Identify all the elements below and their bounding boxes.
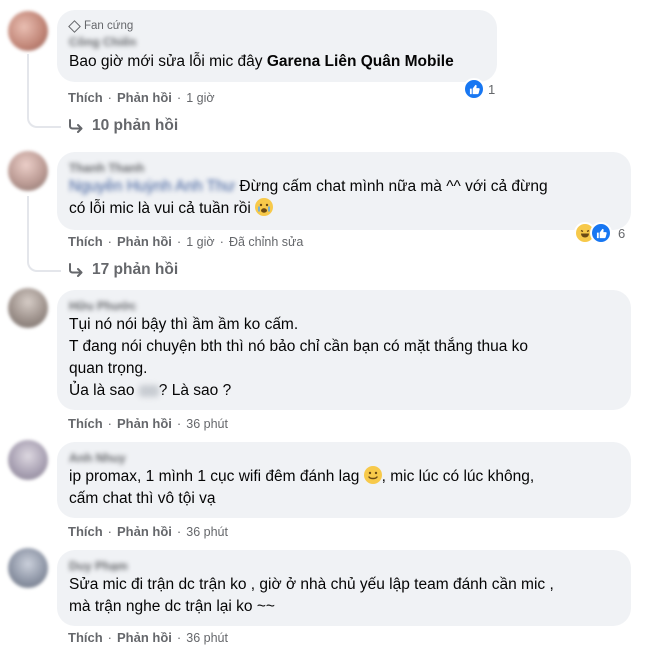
comment-actions: Thích · Phản hồi · 36 phút bbox=[68, 416, 228, 431]
timestamp[interactable]: 1 giờ bbox=[186, 235, 214, 249]
separator: · bbox=[176, 524, 182, 539]
comment-bubble: Anh Nhuy ip promax, 1 mình 1 cục wifi đê… bbox=[57, 442, 631, 518]
like-icon bbox=[463, 78, 485, 100]
comment-bubble: Fan cứng Công Chiến Bao giờ mới sửa lỗi … bbox=[57, 10, 497, 82]
separator: · bbox=[107, 90, 113, 105]
like-button[interactable]: Thích bbox=[68, 90, 103, 105]
reply-button[interactable]: Phản hồi bbox=[117, 524, 172, 539]
like-button[interactable]: Thích bbox=[68, 234, 103, 249]
edited-label[interactable]: Đã chỉnh sửa bbox=[229, 235, 303, 249]
comment-line: Tụi nó nói bậy thì ầm ầm ko cấm. bbox=[69, 316, 299, 333]
timestamp[interactable]: 1 giờ bbox=[186, 91, 214, 105]
avatar[interactable] bbox=[8, 548, 48, 588]
thread-line bbox=[27, 196, 61, 272]
comment-line: mà trận nghe dc trận lại ko ~~ bbox=[69, 598, 275, 615]
like-button[interactable]: Thích bbox=[68, 524, 103, 539]
comment-line: quan trọng. bbox=[69, 360, 148, 377]
comment-line: Đừng cấm chat mình nữa mà ^^ với cả đừng bbox=[239, 178, 548, 195]
comment-fragment: , mic lúc có lúc không, bbox=[381, 468, 535, 485]
separator: · bbox=[107, 234, 113, 249]
mention-link[interactable]: Nguyễn Huỳnh Anh Thư bbox=[69, 178, 235, 195]
comment-author[interactable]: Anh Nhuy bbox=[69, 450, 619, 466]
avatar[interactable] bbox=[8, 440, 48, 480]
comment-line: Ủa là sao ? Là sao ? bbox=[69, 380, 619, 402]
comment-fragment: Ủa là sao bbox=[69, 382, 135, 399]
avatar[interactable] bbox=[8, 11, 48, 51]
fan-badge: Fan cứng bbox=[68, 18, 485, 34]
comment-bubble: Hữu Phước Tụi nó nói bậy thì ầm ầm ko cấ… bbox=[57, 290, 631, 410]
smile-emoji-icon bbox=[363, 466, 382, 484]
comment-bubble: Duy Phạm Sửa mic đi trận dc trận ko , gi… bbox=[57, 550, 631, 626]
comment-author[interactable]: Công Chiến bbox=[69, 34, 485, 50]
comment-actions: Thích · Phản hồi · 36 phút bbox=[68, 524, 228, 539]
comment-author[interactable]: Thanh Thanh bbox=[69, 160, 619, 176]
separator: · bbox=[107, 524, 113, 539]
reply-button[interactable]: Phản hồi bbox=[117, 234, 172, 249]
view-replies-button[interactable]: 10 phản hồi bbox=[68, 117, 178, 135]
comment-line: Bao giờ mới sửa lỗi mic đây bbox=[69, 53, 263, 70]
separator: · bbox=[176, 90, 182, 105]
comment-line: cấm chat thì vô tội vạ bbox=[69, 490, 216, 507]
diamond-icon bbox=[68, 19, 81, 33]
separator: · bbox=[176, 416, 182, 431]
comment-text-2: có lỗi mic là vui cả tuần rồi bbox=[69, 198, 619, 220]
page-tag[interactable]: Garena Liên Quân Mobile bbox=[267, 53, 454, 70]
timestamp[interactable]: 36 phút bbox=[186, 631, 228, 645]
separator: · bbox=[176, 234, 182, 249]
comment-line: có lỗi mic là vui cả tuần rồi bbox=[69, 200, 251, 217]
comment-text: Nguyễn Huỳnh Anh Thư Đừng cấm chat mình … bbox=[69, 176, 619, 198]
comment-fragment: ? Là sao ? bbox=[158, 382, 232, 399]
comment-line: T đang nói chuyện bth thì nó bảo chỉ cần… bbox=[69, 338, 529, 355]
blurred-emoji bbox=[138, 384, 159, 397]
reaction-summary[interactable]: 6 bbox=[574, 222, 625, 244]
replies-label: 17 phản hồi bbox=[92, 261, 179, 278]
reaction-count: 6 bbox=[618, 225, 626, 241]
avatar[interactable] bbox=[8, 151, 48, 191]
replies-label: 10 phản hồi bbox=[92, 117, 179, 134]
comment-author[interactable]: Hữu Phước bbox=[69, 298, 619, 314]
reply-button[interactable]: Phản hồi bbox=[117, 416, 172, 431]
view-replies-button[interactable]: 17 phản hồi bbox=[68, 261, 178, 279]
comment-line: ip promax, 1 mình 1 cục wifi đêm đánh la… bbox=[69, 466, 619, 488]
avatar[interactable] bbox=[8, 288, 48, 328]
comment-text: Bao giờ mới sửa lỗi mic đây Garena Liên … bbox=[69, 51, 485, 73]
timestamp[interactable]: 36 phút bbox=[186, 525, 228, 539]
reply-button[interactable]: Phản hồi bbox=[117, 90, 172, 105]
reaction-summary[interactable]: 1 bbox=[463, 78, 495, 100]
separator: · bbox=[176, 630, 182, 645]
like-icon bbox=[590, 222, 612, 244]
badge-label: Fan cứng bbox=[84, 20, 134, 32]
comment-author[interactable]: Duy Phạm bbox=[69, 558, 619, 574]
comment-fragment: ip promax, 1 mình 1 cục wifi đêm đánh la… bbox=[69, 468, 360, 485]
crying-emoji-icon bbox=[255, 198, 274, 216]
separator: · bbox=[107, 630, 113, 645]
thread-line bbox=[27, 54, 61, 128]
separator: · bbox=[107, 416, 113, 431]
like-button[interactable]: Thích bbox=[68, 416, 103, 431]
timestamp[interactable]: 36 phút bbox=[186, 417, 228, 431]
reply-button[interactable]: Phản hồi bbox=[117, 630, 172, 645]
separator: · bbox=[219, 234, 224, 249]
reply-arrow-icon bbox=[69, 119, 83, 133]
comment-actions: Thích · Phản hồi · 1 giờ · Đã chỉnh sửa bbox=[68, 234, 303, 249]
reply-arrow-icon bbox=[69, 263, 83, 277]
comment-line: Sửa mic đi trận dc trận ko , giờ ở nhà c… bbox=[69, 576, 554, 593]
reaction-count: 1 bbox=[488, 81, 496, 97]
comment-bubble: Thanh Thanh Nguyễn Huỳnh Anh Thư Đừng cấ… bbox=[57, 152, 631, 230]
comment-actions: Thích · Phản hồi · 36 phút bbox=[68, 630, 228, 645]
like-button[interactable]: Thích bbox=[68, 630, 103, 645]
comment-actions: Thích · Phản hồi · 1 giờ bbox=[68, 90, 215, 105]
